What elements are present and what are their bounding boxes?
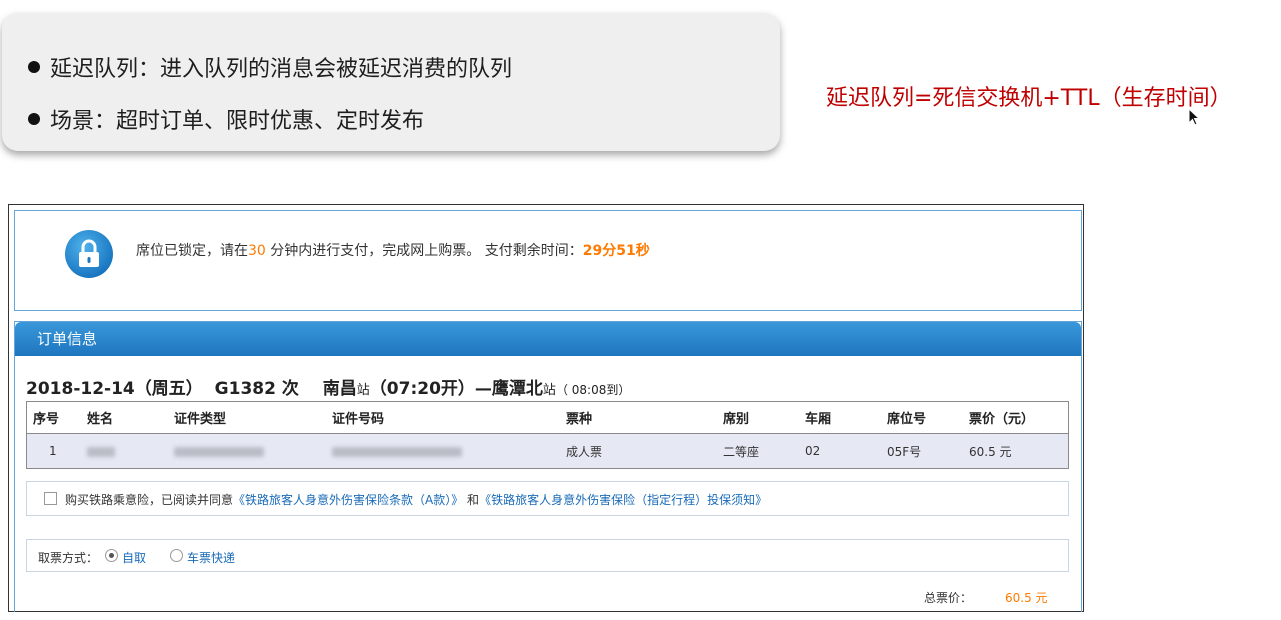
table-row: 1 成人票 二等座 02 05F号 60.5 元 — [26, 433, 1069, 469]
arrival-time: （ 08:08到） — [555, 383, 631, 397]
pickup-self-label[interactable]: 自取 — [122, 549, 146, 566]
seat-lock-panel: 席位已锁定，请在30 分钟内进行支付，完成网上购票。 支付剩余时间：29分51秒 — [14, 210, 1082, 311]
mouse-cursor-icon — [1188, 108, 1200, 126]
pickup-express-radio[interactable] — [170, 549, 183, 562]
ticket-table: 序号 姓名 证件类型 证件号码 票种 席别 车厢 席位号 票价（元） 1 成人票… — [26, 401, 1069, 469]
payment-minutes: 30 — [248, 243, 266, 259]
train-number: G1382 次 — [214, 379, 299, 399]
col-header: 席位号 — [887, 401, 969, 434]
trip-date: 2018-12-14（周五） — [26, 379, 203, 399]
table-header-row: 序号 姓名 证件类型 证件号码 票种 席别 车厢 席位号 票价（元） — [26, 401, 1069, 434]
formula-text: 延迟队列=死信交换机+TTL（生存时间） — [826, 86, 1232, 111]
cell-name-redacted — [87, 433, 174, 469]
bullet-item: 延迟队列：进入队列的消息会被延迟消费的队列 — [28, 51, 512, 83]
bullet-text: 场景：超时订单、限时优惠、定时发布 — [50, 109, 425, 134]
col-header: 证件号码 — [332, 401, 566, 434]
station-suffix: 站 — [542, 383, 556, 398]
cell-id-number-redacted — [332, 433, 566, 469]
cell-seat-number: 05F号 — [887, 433, 969, 469]
col-header: 票价（元） — [969, 401, 1069, 434]
cell-index: 1 — [26, 433, 87, 469]
total-price-value: 60.5 元 — [1005, 591, 1048, 605]
remaining-time: 29分51秒 — [582, 243, 650, 259]
insurance-terms-link[interactable]: 《铁路旅客人身意外伤害保险条款（A款）》 — [233, 493, 463, 507]
insurance-and: 和 — [463, 493, 480, 507]
cell-seat-class: 二等座 — [723, 433, 805, 469]
pickup-express-label[interactable]: 车票快递 — [187, 549, 235, 566]
cell-price: 60.5 元 — [969, 433, 1069, 469]
cell-id-type-redacted — [174, 433, 332, 469]
cell-carriage: 02 — [805, 433, 887, 469]
pickup-method-section: 取票方式： 自取 车票快递 — [26, 539, 1069, 572]
bullet-text: 延迟队列：进入队列的消息会被延迟消费的队列 — [50, 57, 513, 82]
pickup-self-radio[interactable] — [105, 549, 118, 562]
order-info-header: 订单信息 — [15, 322, 1081, 356]
insurance-prefix: 购买铁路乘意险，已阅读并同意 — [65, 493, 234, 507]
insurance-section: 购买铁路乘意险，已阅读并同意《铁路旅客人身意外伤害保险条款（A款）》 和《铁路旅… — [26, 481, 1069, 516]
cell-ticket-type: 成人票 — [566, 433, 723, 469]
col-header: 票种 — [566, 401, 723, 434]
col-header: 姓名 — [87, 401, 174, 434]
depart-time: （07:20开）— — [369, 379, 492, 399]
lock-message-middle: 分钟内进行支付，完成网上购票。 支付剩余时间： — [265, 243, 583, 259]
col-header: 席别 — [723, 401, 805, 434]
col-header: 证件类型 — [174, 401, 332, 434]
insurance-notice-link[interactable]: 《铁路旅客人身意外伤害保险（指定行程）投保须知》 — [479, 493, 767, 507]
col-header: 序号 — [26, 401, 87, 434]
lock-icon — [65, 230, 113, 278]
order-screenshot: 席位已锁定，请在30 分钟内进行支付，完成网上购票。 支付剩余时间：29分51秒… — [8, 204, 1084, 612]
lock-message-prefix: 席位已锁定，请在 — [136, 243, 248, 259]
from-station: 南昌 — [322, 379, 357, 399]
order-info-panel: 订单信息 2018-12-14（周五） G1382 次 南昌站（07:20开）—… — [14, 321, 1082, 612]
trip-summary: 2018-12-14（周五） G1382 次 南昌站（07:20开）—鹰潭北站（… — [26, 374, 630, 399]
bullet-dot-icon — [28, 113, 40, 125]
total-price-label: 总票价： — [924, 591, 973, 605]
station-suffix: 站 — [356, 383, 370, 398]
to-station: 鹰潭北 — [491, 379, 543, 399]
bullet-card: 延迟队列：进入队列的消息会被延迟消费的队列 场景：超时订单、限时优惠、定时发布 — [2, 13, 780, 151]
insurance-text: 购买铁路乘意险，已阅读并同意《铁路旅客人身意外伤害保险条款（A款）》 和《铁路旅… — [65, 491, 767, 508]
col-header: 车厢 — [805, 401, 887, 434]
bullet-dot-icon — [28, 61, 40, 73]
insurance-checkbox[interactable] — [44, 492, 57, 505]
pickup-label: 取票方式： — [38, 551, 99, 565]
bullet-item: 场景：超时订单、限时优惠、定时发布 — [28, 103, 424, 135]
lock-message: 席位已锁定，请在30 分钟内进行支付，完成网上购票。 支付剩余时间：29分51秒 — [136, 240, 650, 260]
